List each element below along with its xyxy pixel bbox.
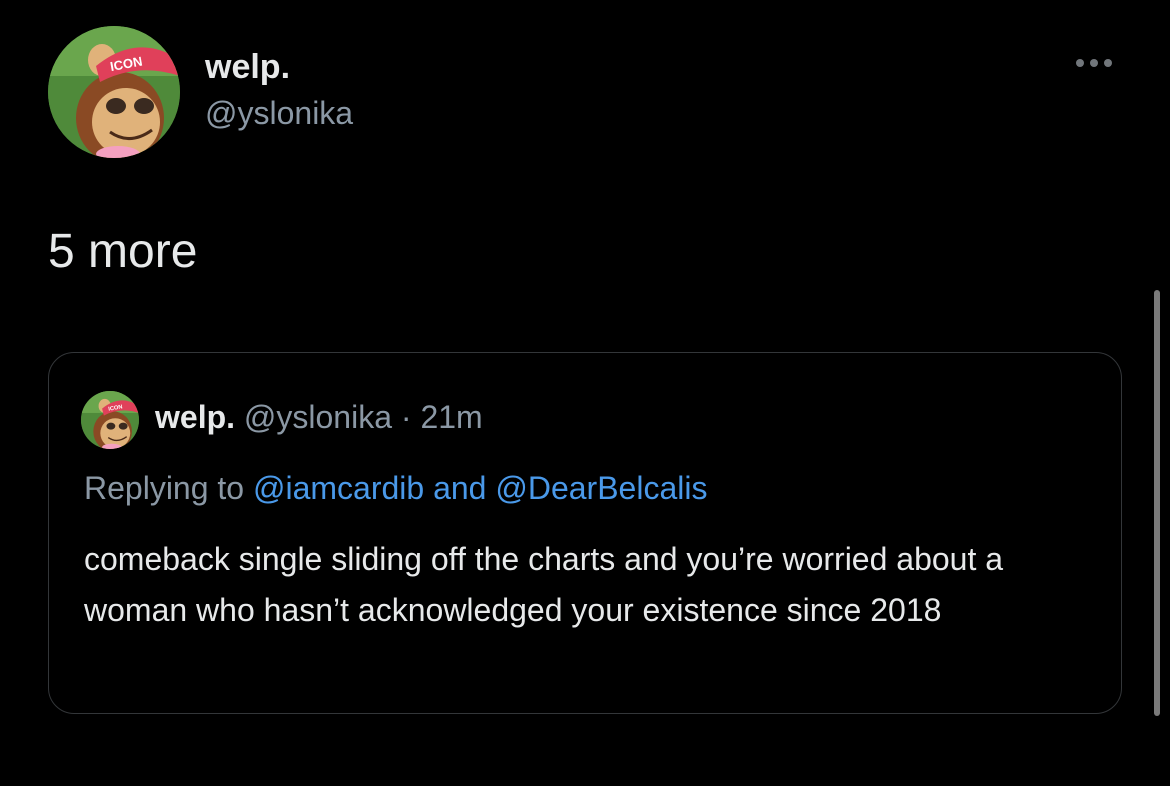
replying-to-line: Replying to @iamcardib and @DearBelcalis [84,470,707,507]
scrollbar[interactable] [1154,290,1160,716]
avatar-image: ICON [48,26,180,158]
replying-to-label: Replying to [84,470,245,506]
avatar[interactable]: ICON [48,26,180,158]
mention-joiner: and [433,470,487,506]
quoted-avatar-image: ICON [81,391,139,449]
mention-link[interactable]: @DearBelcalis [495,470,707,506]
quoted-tweet-card[interactable]: ICON welp. @yslonika · 21m Replying to @… [48,352,1122,714]
user-handle[interactable]: @yslonika [205,95,353,132]
quoted-avatar: ICON [81,391,139,449]
quoted-header: welp. @yslonika · 21m [155,399,483,436]
display-name[interactable]: welp. [205,48,290,87]
quoted-handle-time: @yslonika · 21m [243,399,483,435]
tweet-view: ICON welp. @yslonika 5 more ICON welp. @… [0,0,1170,786]
mention-link[interactable]: @iamcardib [253,470,424,506]
quoted-tweet-text: comeback single sliding off the charts a… [84,541,1004,628]
tweet-text: 5 more [48,225,198,278]
quoted-display-name: welp. [155,399,236,435]
ellipsis-icon[interactable] [1072,48,1116,78]
